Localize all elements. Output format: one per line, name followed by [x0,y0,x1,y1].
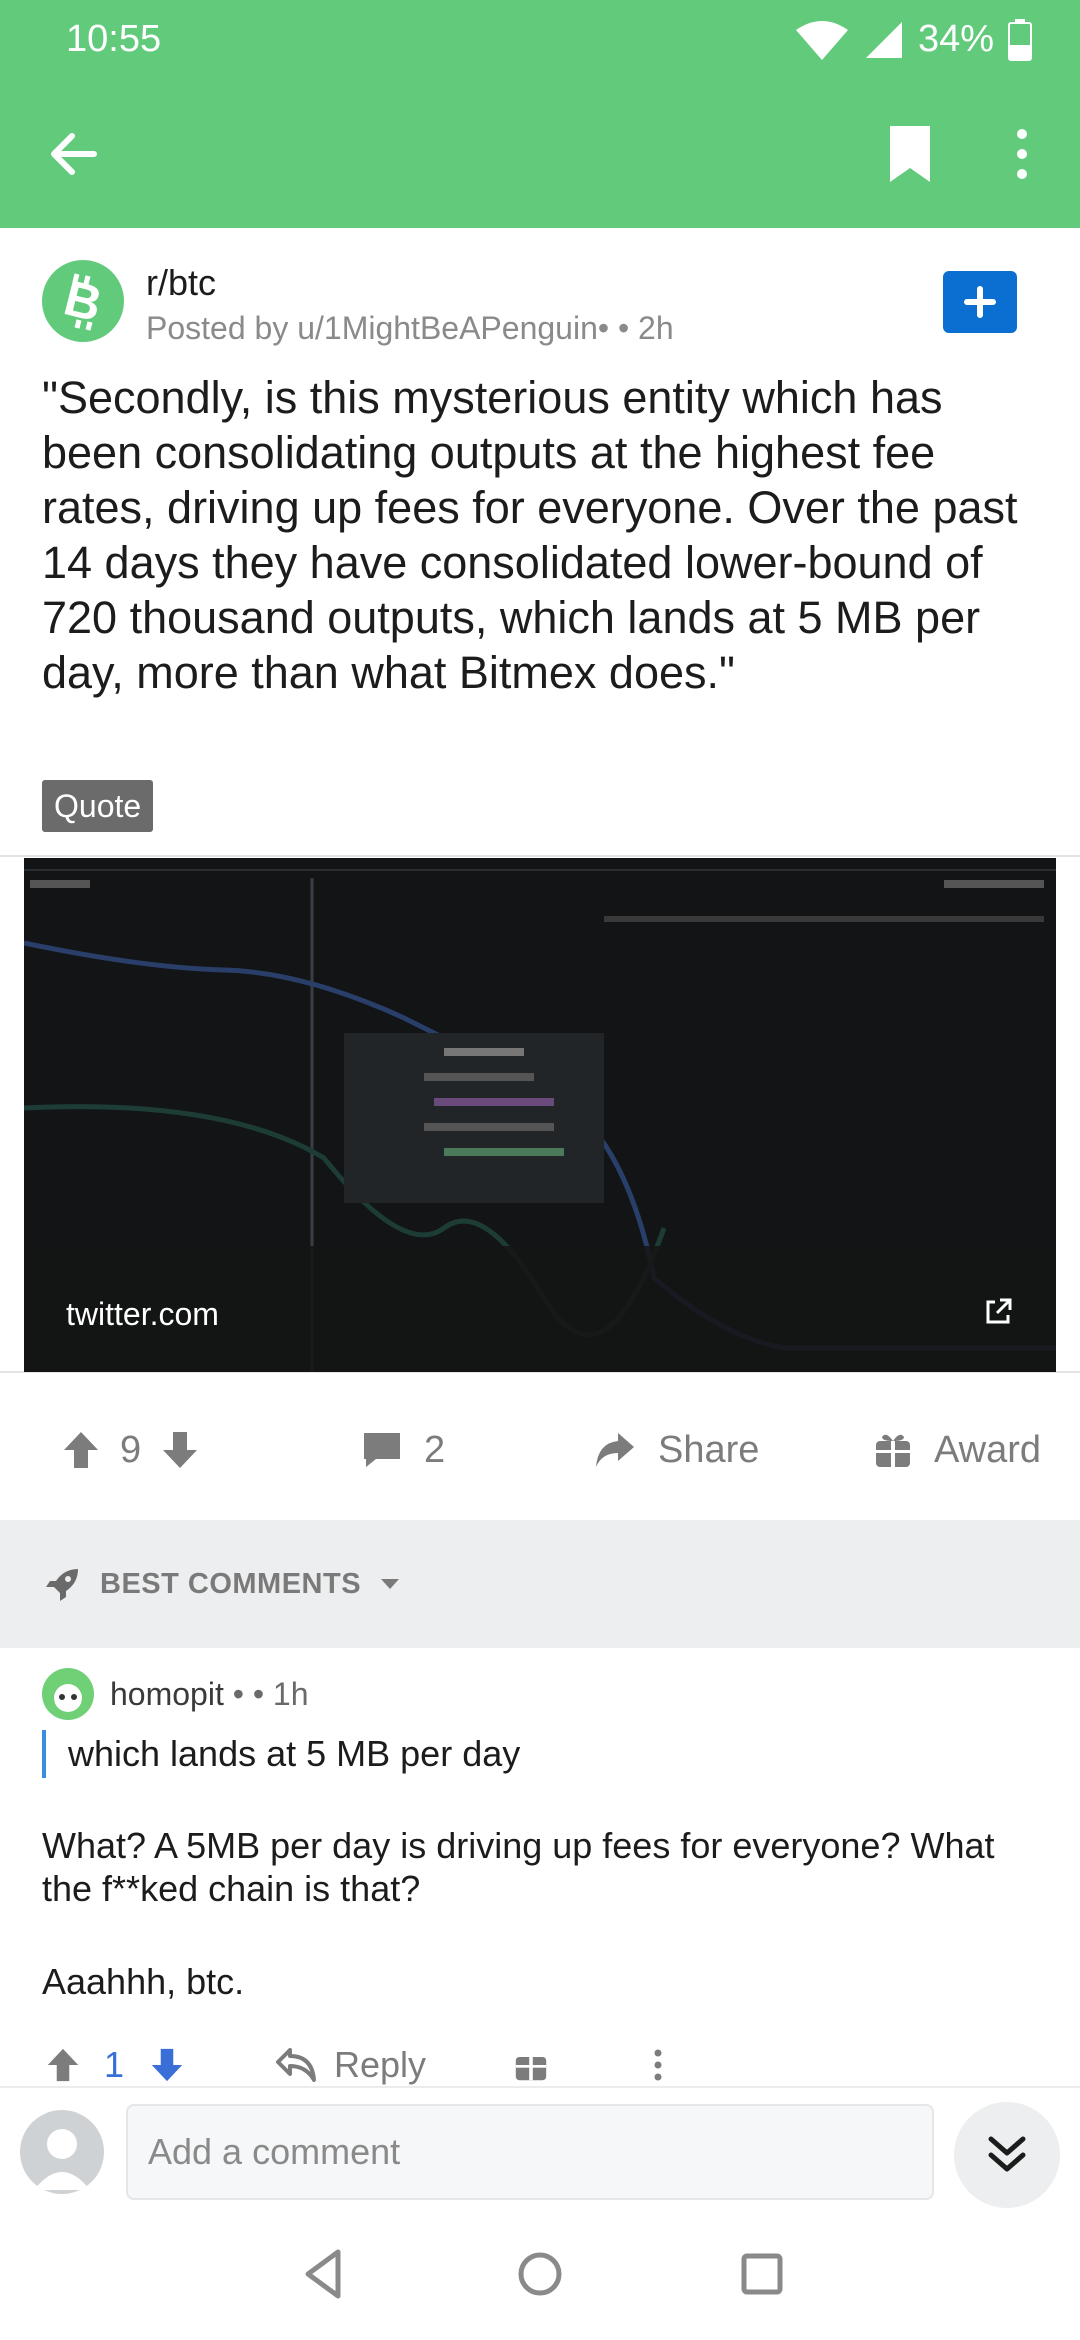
award-label: Award [934,1428,1042,1471]
comment-meta: homopit • • 1h [110,1676,309,1713]
share-label: Share [658,1428,760,1471]
link-preview[interactable]: twitter.com [24,858,1056,1372]
comment-paragraph: What? A 5MB per day is driving up fees f… [42,1825,995,1909]
comment-time: • • 1h [223,1676,309,1712]
post-flair: Quote [42,780,154,832]
comments-sort-bar: BEST COMMENTS [0,1520,1080,1648]
share-button[interactable]: Share [594,1385,759,1515]
nav-home-icon[interactable] [510,2244,570,2304]
subreddit-name[interactable]: r/btc [146,262,216,304]
reply-label: Reply [334,2044,427,2085]
status-time: 10:55 [66,18,162,60]
comment-author[interactable]: homopit [110,1676,224,1712]
comment-count: 2 [424,1428,446,1471]
jump-down-button[interactable] [954,2102,1060,2208]
battery-percent: 34% [917,18,994,60]
back-arrow-icon[interactable] [44,124,104,184]
bookmark-icon[interactable] [880,122,940,186]
vote-count: 9 [120,1428,142,1471]
app-bar [0,84,1080,228]
plus-icon [964,286,996,318]
double-chevron-down-icon [988,2136,1026,2172]
preview-caption-bar: twitter.com [24,1246,1056,1372]
comments-button[interactable]: 2 [362,1385,445,1515]
more-vertical-icon [654,2049,662,2081]
upvote-icon[interactable] [62,1430,100,1470]
comment-body: What? A 5MB per day is driving up fees f… [42,1824,1042,2003]
nav-recents-icon[interactable] [732,2244,792,2304]
external-link-icon[interactable] [980,1294,1016,1330]
post-meta[interactable]: Posted by u/1MightBeAPenguin• • 2h [146,310,674,347]
vote-group: 9 [62,1385,199,1515]
sort-label: BEST COMMENTS [100,1567,362,1600]
status-icons: 34% [794,18,1032,61]
downvote-icon[interactable] [161,1430,199,1470]
signal-icon [865,21,902,58]
snoo-avatar-icon [54,1684,82,1712]
battery-icon [1008,18,1032,61]
subreddit-avatar[interactable]: B [42,260,124,342]
sort-dropdown[interactable]: BEST COMMENTS [44,1520,401,1648]
user-silhouette-icon [34,2129,90,2190]
reply-icon [276,2048,316,2082]
user-avatar[interactable] [20,2110,104,2194]
system-nav-bar [0,2214,1080,2340]
rocket-icon [46,1569,78,1601]
post-actions: 9 2 Share Award [0,1385,1080,1515]
comment-composer [0,2086,1080,2214]
svg-text:B: B [59,269,108,332]
comment-paragraph: Aaahhh, btc. [42,1961,245,2002]
commenter-avatar[interactable] [42,1668,94,1720]
downvote-icon [151,2048,183,2082]
comment-input[interactable] [126,2104,934,2200]
comment-quote: which lands at 5 MB per day [42,1730,520,1778]
comment-icon [364,1433,400,1467]
nav-back-icon[interactable] [294,2244,354,2304]
status-bar: 10:55 34% [0,0,1080,84]
gift-icon [515,2056,547,2081]
join-button[interactable] [943,271,1017,333]
gift-icon [876,1434,910,1467]
share-icon [596,1433,634,1467]
link-domain: twitter.com [66,1296,219,1332]
wifi-icon [795,20,848,60]
caret-down-icon [381,1579,400,1589]
award-button[interactable]: Award [874,1385,1041,1515]
bitcoin-icon: B [59,269,108,332]
upvote-icon [47,2048,79,2082]
post-title: "Secondly, is this mysterious entity whi… [42,372,1018,698]
more-vertical-icon[interactable] [1000,122,1044,186]
